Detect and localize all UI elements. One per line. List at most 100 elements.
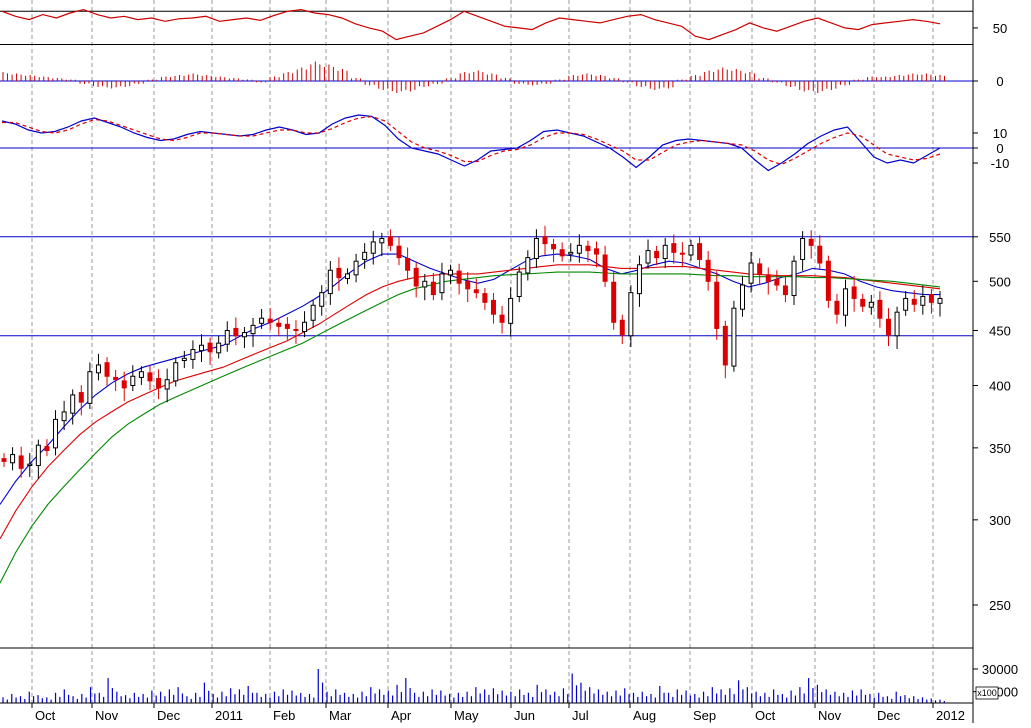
- candle-body: [250, 324, 256, 335]
- candle-body: [10, 454, 16, 464]
- candle-body: [868, 301, 874, 308]
- candle-body: [885, 318, 891, 336]
- candle-body: [319, 292, 325, 307]
- candle-body: [499, 314, 505, 323]
- histogram-tick-label-0: 0: [996, 74, 1003, 89]
- candle-body: [439, 273, 445, 294]
- candle-body: [911, 298, 917, 305]
- candle-body: [636, 264, 642, 295]
- candle-body: [207, 342, 213, 353]
- candle-body: [18, 455, 24, 469]
- candle-body: [473, 289, 479, 294]
- candle-body: [679, 252, 685, 255]
- candle-body: [465, 280, 471, 290]
- candle-body: [344, 273, 350, 280]
- x-tick-label-2: Dec: [157, 708, 181, 723]
- candle-body: [387, 236, 393, 246]
- vertical-gridlines: [31, 0, 934, 703]
- candle-body: [731, 307, 737, 367]
- x-axis: Oct Nov Dec 2011 Feb Mar Apr May Jun Jul Aug Sep Oct…: [31, 703, 965, 723]
- candle-body: [602, 254, 608, 282]
- oscillator-series-line-0: [1, 8, 941, 41]
- candle-body: [233, 327, 239, 337]
- volume-panel: [2, 669, 945, 703]
- candle-body: [456, 270, 462, 284]
- candle-body: [302, 321, 308, 333]
- candle-body: [336, 267, 342, 279]
- candle-body: [843, 288, 849, 316]
- candle-body: [705, 259, 711, 282]
- candle-body: [568, 251, 574, 255]
- price-tick-label-2: 450: [989, 324, 1011, 339]
- candle-body: [576, 244, 582, 254]
- x-tick-label-9: Jul: [572, 708, 589, 723]
- candle-body: [894, 311, 900, 337]
- candle-body: [35, 444, 41, 467]
- chart-canvas: Oct Nov Dec 2011 Feb Mar Apr May Jun Jul Aug Sep Oct…: [0, 0, 1018, 723]
- candle-body: [860, 298, 866, 307]
- candle-body: [714, 281, 720, 329]
- candle-body: [327, 269, 333, 295]
- candle-body: [542, 236, 548, 245]
- candle-body: [70, 394, 76, 414]
- candle-body: [722, 325, 728, 366]
- candle-body: [739, 284, 745, 310]
- x-tick-label-14: Dec: [877, 708, 901, 723]
- candle-body: [490, 299, 496, 315]
- candle-body: [825, 260, 831, 301]
- candle-body: [774, 278, 780, 286]
- candle-body: [688, 244, 694, 256]
- candle-body: [1, 458, 7, 462]
- candle-body: [284, 323, 290, 329]
- candle-body: [834, 300, 840, 315]
- candle-body: [697, 243, 703, 260]
- candle-body: [654, 250, 660, 259]
- candle-body: [765, 274, 771, 282]
- x-tick-label-12: Oct: [755, 708, 776, 723]
- x-tick-label-6: Apr: [391, 708, 412, 723]
- candle-body: [199, 344, 205, 352]
- candle-body: [276, 322, 282, 327]
- candle-body: [619, 319, 625, 336]
- candle-body: [190, 349, 196, 360]
- x-tick-label-5: Mar: [329, 708, 352, 723]
- candle-body: [396, 245, 402, 259]
- volume-unit-label: x100: [977, 688, 997, 698]
- macd-tick-label-1: 0: [996, 141, 1003, 156]
- price-tick-label-5: 300: [989, 513, 1011, 528]
- candle-body: [181, 357, 187, 362]
- candle-body: [362, 251, 368, 260]
- candle-body: [413, 267, 419, 287]
- price-tick-label-4: 350: [989, 441, 1011, 456]
- candle-body: [293, 328, 299, 332]
- candle-body: [44, 446, 50, 452]
- macd-panel: [0, 114, 973, 172]
- stock-chart: Oct Nov Dec 2011 Feb Mar Apr May Jun Jul Aug Sep Oct…: [0, 0, 1031, 723]
- candle-body: [791, 260, 797, 297]
- candle-body: [53, 418, 59, 449]
- candle-body: [164, 379, 170, 390]
- price-tick-label-1: 500: [989, 274, 1011, 289]
- price-tick-label-3: 400: [989, 379, 1011, 394]
- candle-body: [113, 376, 119, 381]
- candle-body: [748, 262, 754, 284]
- candle-body: [516, 271, 522, 297]
- candle-body: [817, 245, 823, 264]
- candle-body: [782, 285, 788, 296]
- macd-series-line-0: [1, 114, 941, 172]
- candle-body: [920, 295, 926, 306]
- y-axis: 500100-105505004504003503002503000010000…: [973, 21, 1018, 700]
- oscillator-panel: [0, 8, 973, 46]
- candle-body: [224, 330, 230, 345]
- candle-body: [310, 304, 316, 321]
- candle-body: [877, 299, 883, 319]
- candle-body: [241, 332, 247, 338]
- candle-body: [156, 378, 162, 389]
- candle-body: [928, 294, 934, 303]
- candle-body: [78, 392, 84, 403]
- candle-body: [611, 281, 617, 323]
- chart-frame: [0, 0, 974, 723]
- candle-body: [267, 318, 273, 323]
- candle-body: [130, 375, 136, 387]
- x-tick-label-7: May: [454, 708, 479, 723]
